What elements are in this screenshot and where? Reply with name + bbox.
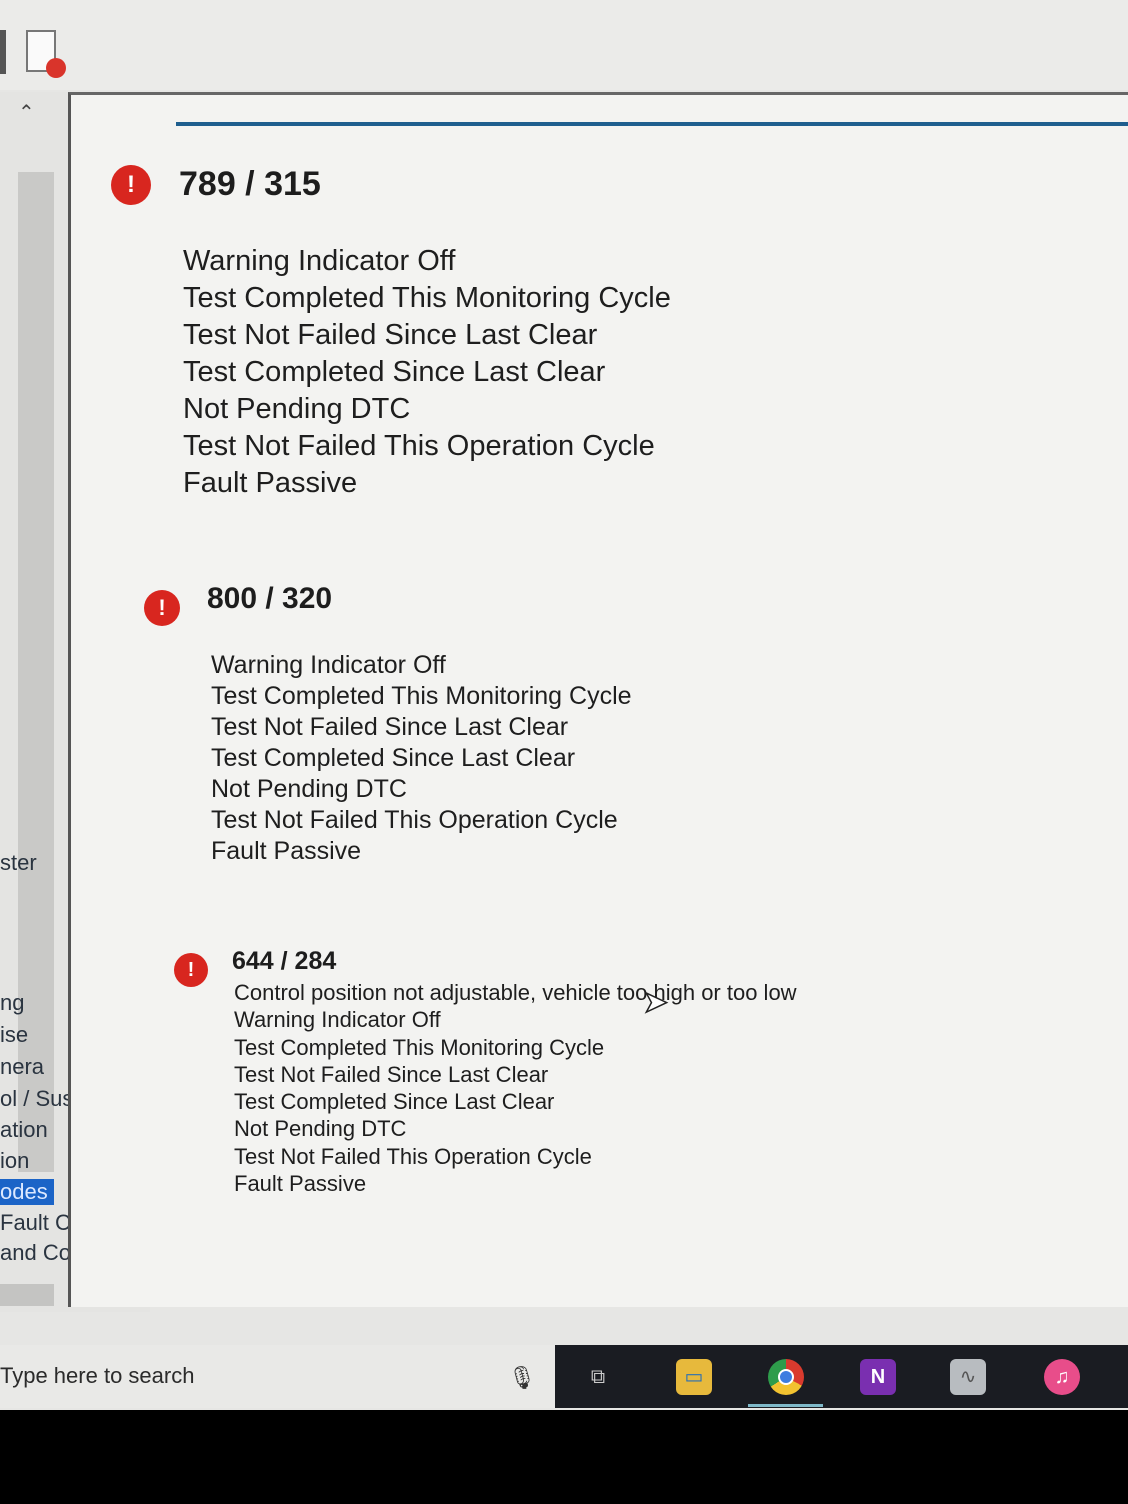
fault-code: 644 / 284 bbox=[232, 947, 337, 975]
status-line: Fault Passive bbox=[211, 837, 362, 865]
status-line: Not Pending DTC bbox=[211, 775, 407, 803]
status-line: Test Not Failed Since Last Clear bbox=[211, 713, 569, 741]
task-view-icon[interactable]: ⧉ bbox=[580, 1359, 616, 1395]
status-line: Test Completed Since Last Clear bbox=[211, 744, 576, 772]
fault-code: 800 / 320 bbox=[207, 582, 333, 615]
fault-status-list: Warning Indicator Off Test Completed Thi… bbox=[211, 650, 632, 867]
status-line: Test Completed This Monitoring Cycle bbox=[183, 282, 671, 314]
horizontal-scrollbar[interactable] bbox=[0, 1284, 54, 1306]
status-line: Fault Passive bbox=[234, 1171, 367, 1197]
itunes-icon[interactable]: ♫ bbox=[1044, 1359, 1080, 1395]
scroll-up-icon[interactable]: ⌃ bbox=[18, 100, 35, 125]
stop-badge-icon bbox=[46, 58, 66, 78]
screen: ⌃ ster ng ise nera ol / Suspe ation ion … bbox=[0, 0, 1128, 1410]
error-exclamation-icon: ! bbox=[111, 165, 151, 205]
sidebar-item-selected[interactable]: odes bbox=[0, 1179, 54, 1205]
fault-description: Control position not adjustable, vehicle… bbox=[234, 980, 797, 1005]
status-line: Test Not Failed Since Last Clear bbox=[183, 319, 598, 351]
toolbar bbox=[0, 0, 1128, 90]
status-line: Test Not Failed This Operation Cycle bbox=[211, 806, 618, 834]
onenote-icon[interactable]: N bbox=[860, 1359, 896, 1395]
status-line: Not Pending DTC bbox=[234, 1116, 407, 1142]
status-line: Warning Indicator Off bbox=[211, 651, 446, 679]
system-monitor-icon[interactable]: ∿ bbox=[950, 1359, 986, 1395]
fault-status-list: Warning Indicator Off Test Completed Thi… bbox=[183, 243, 671, 502]
status-line: Test Not Failed This Operation Cycle bbox=[183, 430, 655, 462]
fault-code: 789 / 315 bbox=[179, 165, 321, 203]
status-line: Test Not Failed Since Last Clear bbox=[234, 1061, 549, 1087]
microphone-icon[interactable]: 🎙 bbox=[508, 1365, 536, 1391]
fault-details-panel: ! 789 / 315 Warning Indicator Off Test C… bbox=[68, 92, 1128, 1307]
error-exclamation-icon: ! bbox=[174, 953, 208, 987]
taskbar-search-input[interactable]: Type here to search bbox=[0, 1345, 555, 1408]
mouse-cursor-icon: ➤ bbox=[642, 985, 669, 1020]
status-line: Fault Passive bbox=[183, 467, 358, 499]
taskbar: Type here to search 🎙 ⧉ ▭ N ∿ ♫ bbox=[0, 1345, 1128, 1408]
error-exclamation-icon: ! bbox=[144, 590, 180, 626]
document-remove-icon[interactable] bbox=[26, 30, 66, 78]
toolbar-edge bbox=[0, 30, 6, 74]
header-divider bbox=[176, 122, 1128, 126]
status-line: Test Completed Since Last Clear bbox=[183, 356, 606, 388]
status-line: Not Pending DTC bbox=[183, 393, 411, 425]
fault-status-list: Control position not adjustable, vehicle… bbox=[234, 979, 797, 1197]
active-app-indicator bbox=[748, 1404, 823, 1407]
file-explorer-icon[interactable]: ▭ bbox=[676, 1359, 712, 1395]
chrome-icon[interactable] bbox=[768, 1359, 804, 1395]
status-line: Test Completed This Monitoring Cycle bbox=[211, 682, 632, 710]
status-line: Warning Indicator Off bbox=[234, 1007, 441, 1033]
search-placeholder: Type here to search bbox=[0, 1363, 195, 1388]
status-line: Test Completed Since Last Clear bbox=[234, 1089, 555, 1115]
status-line: Warning Indicator Off bbox=[183, 245, 456, 277]
status-line: Test Completed This Monitoring Cycle bbox=[234, 1034, 605, 1060]
status-line: Test Not Failed This Operation Cycle bbox=[234, 1143, 592, 1169]
